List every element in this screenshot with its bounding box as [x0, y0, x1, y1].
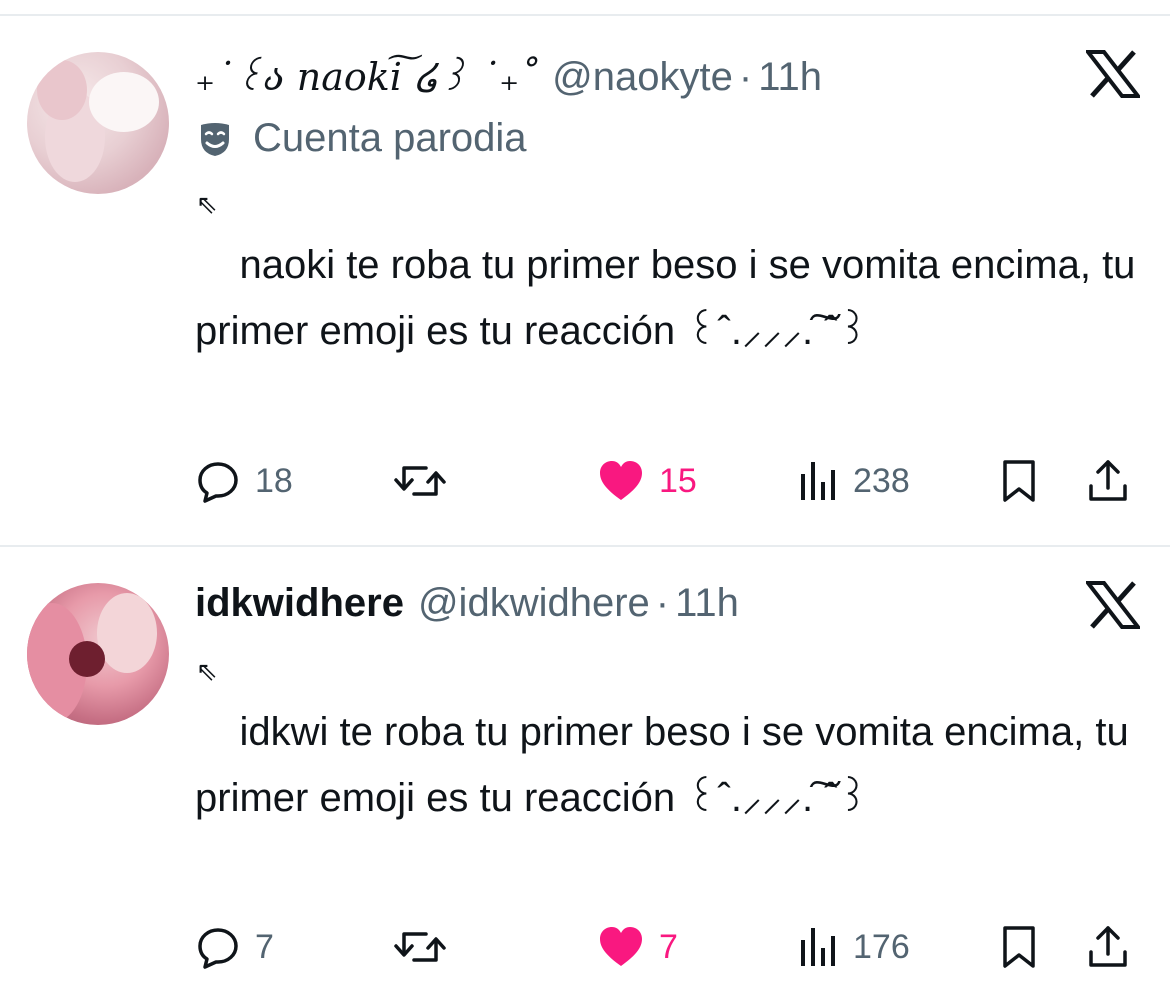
bookmark-button[interactable]: [999, 456, 1039, 506]
bookmark-button[interactable]: [999, 922, 1039, 972]
x-logo-icon[interactable]: [1086, 50, 1140, 98]
repost-button[interactable]: [392, 456, 462, 506]
views-button[interactable]: 238: [799, 456, 910, 506]
action-bar: 7 7 176: [195, 922, 1145, 972]
like-icon: [600, 461, 642, 500]
repost-icon: [394, 466, 446, 496]
separator: ·: [655, 581, 670, 625]
share-icon: [1089, 926, 1127, 967]
views-count: 176: [853, 927, 910, 966]
parody-mask-icon: [201, 122, 229, 156]
bookmark-icon: [1003, 460, 1035, 502]
repost-icon: [394, 932, 446, 962]
parody-label-row: Cuenta parodia: [195, 116, 527, 161]
x-logo-icon[interactable]: [1086, 581, 1140, 629]
reply-button[interactable]: 7: [195, 922, 274, 972]
handle[interactable]: @naokyte: [552, 55, 733, 100]
tweet-2[interactable]: idkwidhere @idkwidhere · 11h ⇖ idkwi te …: [0, 547, 1170, 1002]
parody-label: Cuenta parodia: [253, 116, 527, 160]
tweet-text: naoki te roba tu primer beso i se vomita…: [195, 243, 1147, 353]
reply-icon: [198, 928, 238, 969]
share-icon: [1089, 460, 1127, 501]
reply-button[interactable]: 18: [195, 456, 293, 506]
like-button[interactable]: 15: [597, 456, 697, 506]
arrow-glyph: ⇖: [196, 657, 218, 687]
views-icon: [801, 462, 835, 500]
avatar[interactable]: [27, 52, 169, 194]
views-icon: [801, 928, 835, 966]
reply-count: 7: [255, 927, 274, 966]
tweet-header: ₊˙꒰ა 𝑛𝑎𝑜𝑘𝑖͠ ໒꒱ ˙₊˚ @naokyte · 11h: [195, 50, 822, 100]
timestamp[interactable]: 11h: [675, 581, 739, 626]
display-name[interactable]: ₊˙꒰ა 𝑛𝑎𝑜𝑘𝑖͠ ໒꒱ ˙₊˚: [195, 50, 538, 100]
avatar[interactable]: [27, 583, 169, 725]
arrow-glyph: ⇖: [196, 190, 218, 220]
action-bar: 18 15 238: [195, 456, 1145, 506]
repost-button[interactable]: [392, 922, 462, 972]
like-button[interactable]: 7: [597, 922, 678, 972]
like-icon: [600, 927, 642, 966]
tweet-text: idkwi te roba tu primer beso i se vomita…: [195, 710, 1140, 820]
like-count: 15: [659, 461, 697, 500]
reply-icon: [198, 462, 238, 503]
separator: ·: [738, 55, 753, 99]
display-name[interactable]: idkwidhere: [195, 581, 404, 626]
reply-count: 18: [255, 461, 293, 500]
bookmark-icon: [1003, 926, 1035, 968]
tweet-header: idkwidhere @idkwidhere · 11h: [195, 581, 739, 631]
views-count: 238: [853, 461, 910, 500]
like-count: 7: [659, 927, 678, 966]
timestamp[interactable]: 11h: [758, 55, 822, 100]
views-button[interactable]: 176: [799, 922, 910, 972]
handle[interactable]: @idkwidhere: [418, 581, 650, 626]
tweet-1[interactable]: ₊˙꒰ა 𝑛𝑎𝑜𝑘𝑖͠ ໒꒱ ˙₊˚ @naokyte · 11h Cuenta…: [0, 0, 1170, 545]
share-button[interactable]: [1085, 456, 1131, 506]
share-button[interactable]: [1085, 922, 1131, 972]
